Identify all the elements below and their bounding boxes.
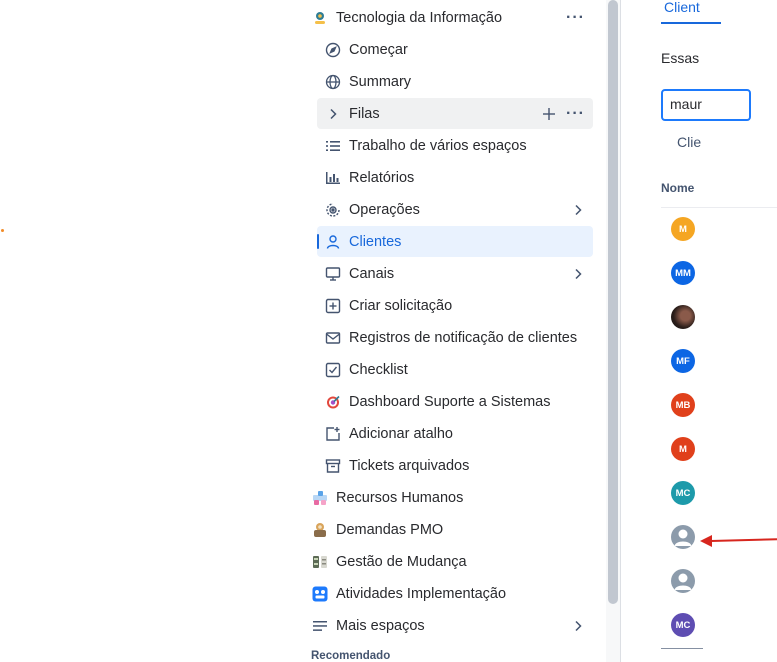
- sidebar-item-canais[interactable]: Canais: [317, 258, 593, 289]
- space-demandas-pmo[interactable]: Demandas PMO: [308, 514, 593, 545]
- avatar[interactable]: MF: [671, 349, 695, 373]
- search-input[interactable]: maur: [661, 89, 751, 121]
- avatar[interactable]: MC: [671, 481, 695, 505]
- orange-dot-marker: [1, 229, 4, 232]
- canais-expand: [571, 267, 585, 281]
- sidebar-item-registros-notificacao[interactable]: Registros de notificação de clientes: [317, 322, 593, 353]
- chevron-right-icon[interactable]: [323, 104, 343, 124]
- person-icon: [323, 232, 343, 252]
- sidebar-item-label: Summary: [349, 73, 412, 90]
- space-atividades-implementacao[interactable]: Atividades Implementação: [308, 578, 593, 609]
- plus-square-icon: [323, 296, 343, 316]
- main-content: Client Essas maur Clie Nome M MM MF MB M…: [621, 0, 777, 662]
- default-avatar-icon[interactable]: [671, 569, 695, 593]
- sidebar-item-dashboard-suporte[interactable]: Dashboard Suporte a Sistemas: [317, 386, 593, 417]
- tab-active-indicator: [661, 22, 721, 24]
- space-label: Recursos Humanos: [336, 489, 464, 506]
- avatar[interactable]: M: [671, 437, 695, 461]
- column-header-nome[interactable]: Nome: [661, 181, 694, 195]
- avatar[interactable]: M: [671, 217, 695, 241]
- chevron-right-icon[interactable]: [571, 619, 585, 633]
- sidebar-item-filas[interactable]: Filas ···: [317, 98, 593, 129]
- target-icon: [323, 392, 343, 412]
- chevron-right-icon[interactable]: [571, 267, 585, 281]
- more-spaces-icon: [310, 616, 330, 636]
- change-space-icon: [310, 552, 330, 572]
- sidebar-item-comecar[interactable]: Começar: [317, 34, 593, 65]
- avatar[interactable]: MC: [671, 613, 695, 637]
- sidebar-item-label: Começar: [349, 41, 408, 58]
- plus-icon[interactable]: [542, 107, 556, 121]
- bar-chart-icon: [323, 168, 343, 188]
- filas-actions: ···: [542, 105, 585, 122]
- space-header-tecnologia[interactable]: Tecnologia da Informação ···: [308, 2, 593, 33]
- bottom-divider: [661, 648, 703, 649]
- sidebar-item-label: Filas: [349, 105, 380, 122]
- sidebar-item-label: Criar solicitação: [349, 297, 453, 314]
- archive-icon: [323, 456, 343, 476]
- space-gestao-mudanca[interactable]: Gestão de Mudança: [308, 546, 593, 577]
- sidebar-item-trabalho[interactable]: Trabalho de vários espaços: [317, 130, 593, 161]
- table-row-divider: [661, 207, 777, 208]
- sidebar-item-label: Trabalho de vários espaços: [349, 137, 527, 154]
- sidebar-item-label: Operações: [349, 201, 420, 218]
- sidebar-item-label: Registros de notificação de clientes: [349, 329, 578, 346]
- annotation-arrow-head: [700, 535, 712, 547]
- default-avatar-icon[interactable]: [671, 525, 695, 549]
- sidebar-item-label: Clientes: [349, 233, 402, 250]
- avatar-photo[interactable]: [671, 305, 695, 329]
- sidebar: Tecnologia da Informação ··· Começar Sum…: [300, 0, 620, 662]
- globe-icon: [323, 72, 343, 92]
- chevron-right-icon[interactable]: [571, 203, 585, 217]
- space-label: Demandas PMO: [336, 521, 444, 538]
- sidebar-item-tickets-arquivados[interactable]: Tickets arquivados: [317, 450, 593, 481]
- filter-label[interactable]: Clie: [677, 134, 701, 150]
- sidebar-item-criar-solicitacao[interactable]: Criar solicitação: [317, 290, 593, 321]
- sidebar-item-summary[interactable]: Summary: [317, 66, 593, 97]
- sidebar-item-adicionar-atalho[interactable]: Adicionar atalho: [317, 418, 593, 449]
- mais-espacos[interactable]: Mais espaços: [308, 610, 593, 641]
- sidebar-item-label: Tickets arquivados: [349, 457, 470, 474]
- sidebar-item-label: Dashboard Suporte a Sistemas: [349, 393, 551, 410]
- space-label: Gestão de Mudança: [336, 553, 467, 570]
- list-icon: [323, 136, 343, 156]
- sidebar-item-label: Adicionar atalho: [349, 425, 453, 442]
- sidebar-item-operacoes[interactable]: Operações: [317, 194, 593, 225]
- avatar[interactable]: MB: [671, 393, 695, 417]
- space-actions: ···: [566, 9, 585, 26]
- sidebar-item-clientes[interactable]: Clientes: [317, 226, 593, 257]
- section-label-recomendado: Recomendado: [311, 650, 391, 662]
- more-options-icon[interactable]: ···: [566, 9, 585, 26]
- sidebar-item-label: Checklist: [349, 361, 408, 378]
- hr-space-icon: [310, 488, 330, 508]
- space-label: Atividades Implementação: [336, 585, 507, 602]
- sidebar-item-label: Canais: [349, 265, 395, 282]
- space-recursos-humanos[interactable]: Recursos Humanos: [308, 482, 593, 513]
- more-options-icon[interactable]: ···: [566, 105, 585, 122]
- sidebar-item-checklist[interactable]: Checklist: [317, 354, 593, 385]
- space-label: Mais espaços: [336, 617, 425, 634]
- operations-icon: [323, 200, 343, 220]
- page-description: Essas: [661, 50, 700, 66]
- space-title: Tecnologia da Informação: [336, 9, 503, 26]
- sidebar-item-relatorios[interactable]: Relatórios: [317, 162, 593, 193]
- space-avatar-icon: [310, 8, 330, 28]
- monitor-icon: [323, 264, 343, 284]
- mais-espacos-expand: [571, 619, 585, 633]
- compass-icon: [323, 40, 343, 60]
- pmo-space-icon: [310, 520, 330, 540]
- operacoes-expand: [571, 203, 585, 217]
- implementation-space-icon: [310, 584, 330, 604]
- add-shortcut-icon: [323, 424, 343, 444]
- sidebar-scrollbar-thumb[interactable]: [608, 0, 618, 604]
- mail-icon: [323, 328, 343, 348]
- checkbox-icon: [323, 360, 343, 380]
- tab-clientes[interactable]: Client: [664, 0, 700, 15]
- sidebar-item-label: Relatórios: [349, 169, 415, 186]
- avatar[interactable]: MM: [671, 261, 695, 285]
